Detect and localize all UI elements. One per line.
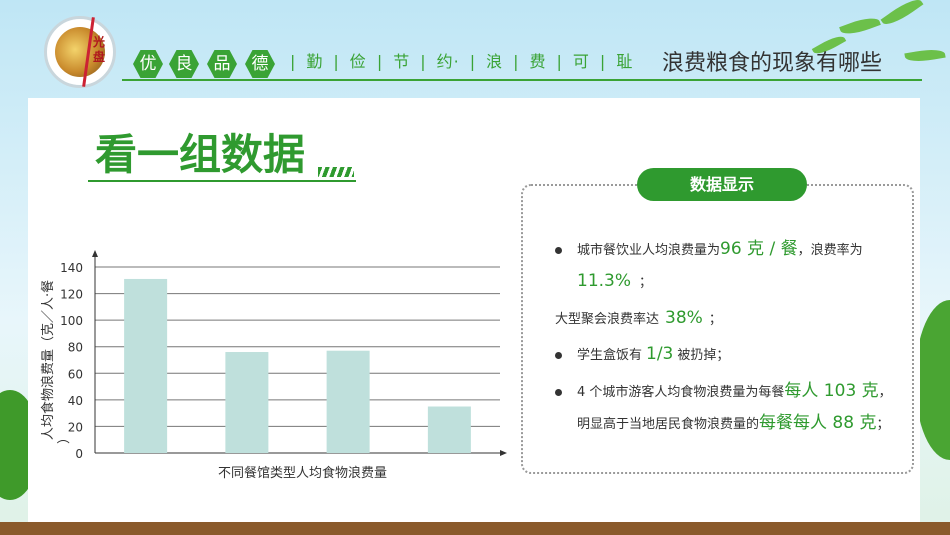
y-axis-label-line: 人均食物浪费量（克／人·餐 [40,280,56,440]
info-highlight: 96 克 / 餐 [720,239,798,259]
y-axis-arrow-icon [92,250,98,257]
bullet-icon [555,352,562,359]
bar [427,406,471,453]
info-text: 被扔掉； [677,348,730,363]
info-highlight: 每人 103 克 [784,381,879,401]
info-highlight: 38% [665,308,703,328]
x-axis-arrow-icon [500,450,507,456]
section-title-underline [88,180,356,182]
info-text: ； [639,275,653,290]
slogan-char: 浪 [486,52,504,71]
y-tick-label: 40 [68,394,83,408]
bullet-icon [555,389,562,396]
y-tick-label: 100 [60,314,83,328]
info-text: 城市餐饮业人均浪费量为 [577,243,721,258]
info-text: 大型聚会浪费率达 [555,312,660,327]
plate-logo: 光盘 [44,16,116,88]
bar-chart: 020406080100120140不同餐馆类型人均食物浪费量人均食物浪费量（克… [40,250,507,481]
y-tick-label: 140 [60,261,83,275]
logo-text: 光盘 [93,35,106,64]
section-title: 看一组数据 [95,130,306,179]
info-text: 学生盒饭有 [577,348,643,363]
info-highlight: 每餐每人 88 克 [759,413,877,433]
info-item-2: 大型聚会浪费率达 38% ； [555,307,722,331]
page-title: 浪费粮食的现象有哪些 [662,51,883,76]
info-text: ，浪费率为 [797,243,863,258]
slogan: | 勤 | 俭 | 节 | 约· | 浪 | 费 | 可 | 耻 [290,52,634,71]
info-highlight: 11.3% [577,271,632,291]
info-item-1: 城市餐饮业人均浪费量为96 克 / 餐，浪费率为 [577,238,863,262]
slogan-char: 可 [572,52,590,71]
info-item-1-cont: 11.3% ； [577,270,652,294]
info-highlight: 1/3 [646,344,674,364]
slogan-char: 费 [529,52,547,71]
y-axis-label: 人均食物浪费量（克／人·餐） [40,280,72,444]
slogan-char: 约· [436,52,460,71]
slogan-char: 勤 [306,52,324,71]
y-tick-label: 80 [68,341,83,355]
bar [124,278,168,453]
ground-strip [0,522,950,535]
slogan-char: 耻 [616,52,634,71]
x-axis-label: 不同餐馆类型人均食物浪费量 [218,465,387,481]
y-axis-label-line: ） [57,431,72,444]
info-text: ； [876,417,890,432]
slogan-char: 俭 [349,52,367,71]
bar [326,350,370,453]
info-pill-title: 数据显示 [637,168,807,201]
y-tick-label: 0 [75,447,83,461]
bullet-icon [555,247,562,254]
info-text: ； [708,312,722,327]
y-tick-label: 60 [68,367,83,381]
header-divider [122,79,922,81]
info-item-4: 4 个城市游客人均食物浪费量为每餐每人 103 克， [577,380,892,404]
info-text: ， [878,385,892,400]
slogan-char: 节 [393,52,411,71]
info-text: 4 个城市游客人均食物浪费量为每餐 [577,385,785,400]
info-item-4-cont: 明显高于当地居民食物浪费量的每餐每人 88 克； [577,412,889,436]
info-text: 明显高于当地居民食物浪费量的 [577,417,760,432]
bar [225,352,269,453]
title-stripe-decoration [318,167,354,177]
info-item-3: 学生盒饭有 1/3 被扔掉； [577,343,729,367]
y-tick-label: 120 [60,288,83,302]
